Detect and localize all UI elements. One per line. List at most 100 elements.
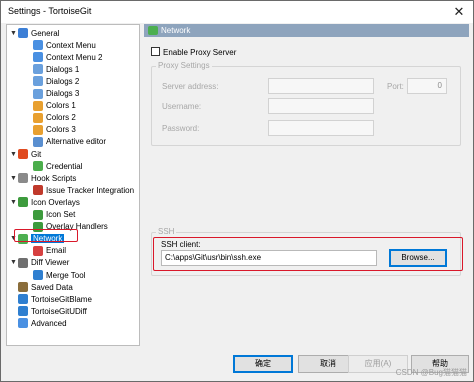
window-title: Settings - TortoiseGit [8, 6, 92, 16]
tree-item-label: Colors 1 [46, 101, 76, 111]
tree-item-icon [33, 209, 43, 220]
tree-item-colors-3[interactable]: Colors 3 [24, 124, 76, 136]
ssh-group-title: SSH [156, 227, 177, 236]
tree-item-label: Context Menu [46, 40, 96, 50]
tree-item-label: Context Menu 2 [46, 52, 103, 62]
title-bar: Settings - TortoiseGit ✕ [1, 1, 473, 23]
port-value: 0 [437, 81, 442, 90]
panel-title: Network [161, 26, 191, 35]
expand-toggle-icon[interactable]: ▼ [9, 199, 18, 206]
network-settings-panel: Network Enable Proxy Server Proxy Settin… [144, 24, 469, 346]
ok-button[interactable]: 确定 [233, 355, 293, 373]
tree-item-label: Merge Tool [46, 270, 86, 280]
watermark: CSDN @Bug猫猫猫 [395, 368, 467, 377]
tree-item-label: Git [31, 149, 42, 159]
tree-item-label: TortoiseGitUDiff [31, 306, 87, 316]
tree-item-icon-set[interactable]: Icon Set [24, 209, 75, 221]
tree-item-label: TortoiseGitBlame [31, 294, 92, 304]
tree-item-icon [33, 185, 43, 196]
tree-item-icon [33, 64, 43, 75]
tree-item-icon [33, 245, 43, 256]
tree-item-advanced[interactable]: Advanced [9, 317, 67, 329]
panel-header: Network [144, 24, 469, 37]
tree-item-merge-tool[interactable]: Merge Tool [24, 269, 85, 281]
server-address-field[interactable] [268, 78, 374, 94]
expand-toggle-icon[interactable]: ▼ [9, 151, 18, 158]
settings-window: Settings - TortoiseGit ✕ ▼ General Context… [0, 0, 474, 382]
tree-item-label: Dialogs 2 [46, 76, 80, 86]
tree-item-dialogs-2[interactable]: Dialogs 2 [24, 75, 79, 87]
enable-proxy-checkbox[interactable] [151, 47, 160, 56]
tree-item-tortoisegitblame[interactable]: TortoiseGitBlame [9, 293, 92, 305]
tree-item-issue-tracker-integration[interactable]: Issue Tracker Integration [24, 184, 134, 196]
tree-item-label: General [31, 28, 60, 38]
network-icon [148, 26, 158, 35]
tree-item-icon [33, 112, 43, 123]
tree-item-credential[interactable]: Credential [24, 160, 82, 172]
tree-item-icon [33, 52, 43, 63]
tree-item-icon [33, 161, 43, 172]
tree-item-label: Saved Data [31, 282, 73, 292]
tree-item-colors-1[interactable]: Colors 1 [24, 100, 76, 112]
tree-item-saved-data[interactable]: Saved Data [9, 281, 73, 293]
tree-item-label: Advanced [31, 318, 67, 328]
password-field[interactable] [268, 120, 374, 136]
tree-item-label: Colors 2 [46, 113, 76, 123]
settings-tree: ▼ General Context Menu Context Menu 2 Dialog… [6, 24, 140, 346]
tree-item-dialogs-3[interactable]: Dialogs 3 [24, 88, 79, 100]
ssh-highlight-box [153, 237, 463, 271]
tree-item-icon [33, 40, 43, 51]
tree-item-label: Dialogs 1 [46, 64, 80, 74]
tree-item-colors-2[interactable]: Colors 2 [24, 112, 76, 124]
tree-item-icon-overlays[interactable]: ▼ Icon Overlays [9, 196, 80, 208]
expand-toggle-icon[interactable]: ▼ [9, 259, 18, 266]
tree-item-context-menu[interactable]: Context Menu [24, 39, 96, 51]
tree-item-label: Credential [46, 161, 83, 171]
tree-item-label: Issue Tracker Integration [46, 185, 135, 195]
tree-item-icon [33, 270, 43, 280]
tree-item-label: Icon Set [46, 210, 76, 219]
tree-item-icon [18, 149, 28, 159]
tree-item-label: Diff Viewer [31, 258, 70, 268]
tree-item-icon [18, 318, 28, 329]
tree-item-label: Icon Overlays [31, 197, 80, 207]
tree-item-icon [18, 257, 28, 268]
tree-item-tortoisegitudiff[interactable]: TortoiseGitUDiff [9, 305, 87, 317]
tree-item-icon [33, 76, 43, 87]
tree-item-general[interactable]: ▼ General [9, 27, 59, 39]
proxy-settings-title: Proxy Settings [156, 61, 212, 70]
username-label: Username: [162, 102, 202, 111]
expand-toggle-icon[interactable]: ▼ [9, 30, 18, 37]
tree-item-label: Alternative editor [46, 137, 107, 147]
username-field[interactable] [268, 98, 374, 114]
tree-item-diff-viewer[interactable]: ▼ Diff Viewer [9, 257, 69, 269]
tree-item-icon [18, 294, 28, 305]
port-field[interactable]: 0 [407, 78, 447, 94]
tree-item-dialogs-1[interactable]: Dialogs 1 [24, 63, 79, 75]
tree-item-icon [33, 100, 43, 111]
tree-item-context-menu-2[interactable]: Context Menu 2 [24, 51, 102, 63]
port-label: Port: [387, 82, 404, 91]
close-icon[interactable]: ✕ [451, 4, 467, 20]
tree-item-label: Dialogs 3 [46, 89, 80, 98]
tree-item-icon [18, 282, 28, 293]
tree-item-icon [33, 88, 43, 99]
tree-item-label: Colors 3 [46, 125, 76, 135]
tree-item-email[interactable]: Email [24, 245, 66, 257]
tree-item-icon [18, 28, 28, 38]
server-address-label: Server address: [162, 82, 219, 91]
tree-item-icon [18, 306, 28, 317]
enable-proxy-label[interactable]: Enable Proxy Server [163, 48, 236, 57]
expand-toggle-icon[interactable]: ▼ [9, 175, 18, 182]
password-label: Password: [162, 124, 200, 133]
tree-item-icon [33, 124, 43, 135]
tree-item-icon [33, 136, 43, 147]
tree-item-icon [18, 197, 28, 208]
tree-item-label: Email [46, 246, 67, 256]
network-highlight-box [14, 229, 78, 242]
tree-item-label: Hook Scripts [31, 173, 77, 183]
tree-item-git[interactable]: ▼ Git [9, 148, 41, 160]
tree-item-hook-scripts[interactable]: ▼ Hook Scripts [9, 172, 76, 184]
tree-item-icon [18, 173, 28, 184]
tree-item-alternative-editor[interactable]: Alternative editor [24, 136, 106, 148]
